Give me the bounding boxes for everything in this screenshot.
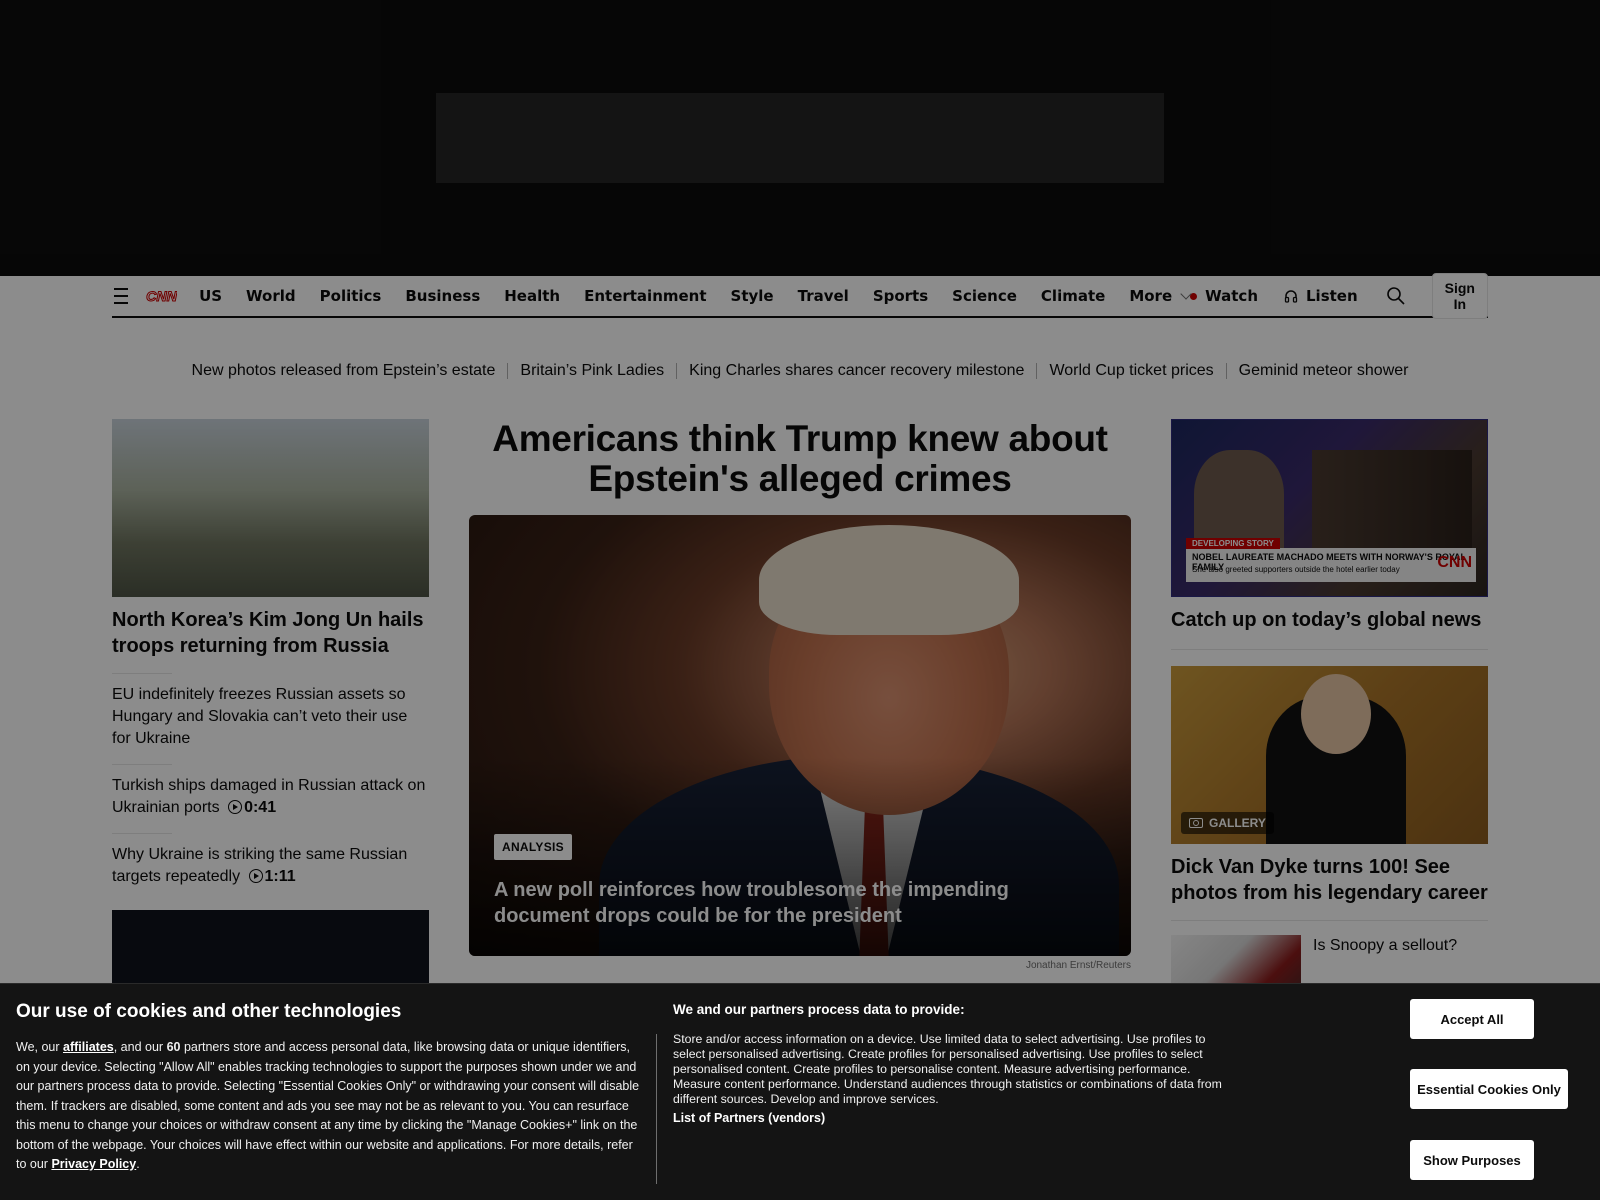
- accept-all-button[interactable]: Accept All: [1410, 999, 1534, 1039]
- cookie-intro: Our use of cookies and other technologie…: [16, 1000, 640, 1175]
- partner-count: 60: [166, 1040, 181, 1054]
- purposes-body: Store and/or access information on a dev…: [673, 1032, 1222, 1106]
- cookie-text: We, our: [16, 1040, 64, 1054]
- cookie-body: We, our affiliates, and our 60 partners …: [16, 1038, 640, 1175]
- privacy-policy-link[interactable]: Privacy Policy: [51, 1157, 136, 1171]
- partners-list-link[interactable]: List of Partners (vendors): [673, 1111, 1233, 1125]
- show-purposes-button[interactable]: Show Purposes: [1410, 1140, 1534, 1180]
- purposes-title: We and our partners process data to prov…: [673, 1002, 965, 1017]
- essential-cookies-button[interactable]: Essential Cookies Only: [1410, 1069, 1568, 1109]
- cookie-text: partners store and access personal data,…: [16, 1040, 640, 1171]
- cookie-text: , and our: [113, 1040, 167, 1054]
- cookie-title: Our use of cookies and other technologie…: [16, 1001, 402, 1022]
- cookie-divider: [656, 1034, 657, 1184]
- cookie-purposes: We and our partners process data to prov…: [673, 1002, 1233, 1125]
- cookie-text: .: [136, 1157, 140, 1171]
- cookie-consent-banner: Our use of cookies and other technologie…: [0, 983, 1600, 1200]
- affiliates-link[interactable]: affiliates: [63, 1040, 114, 1054]
